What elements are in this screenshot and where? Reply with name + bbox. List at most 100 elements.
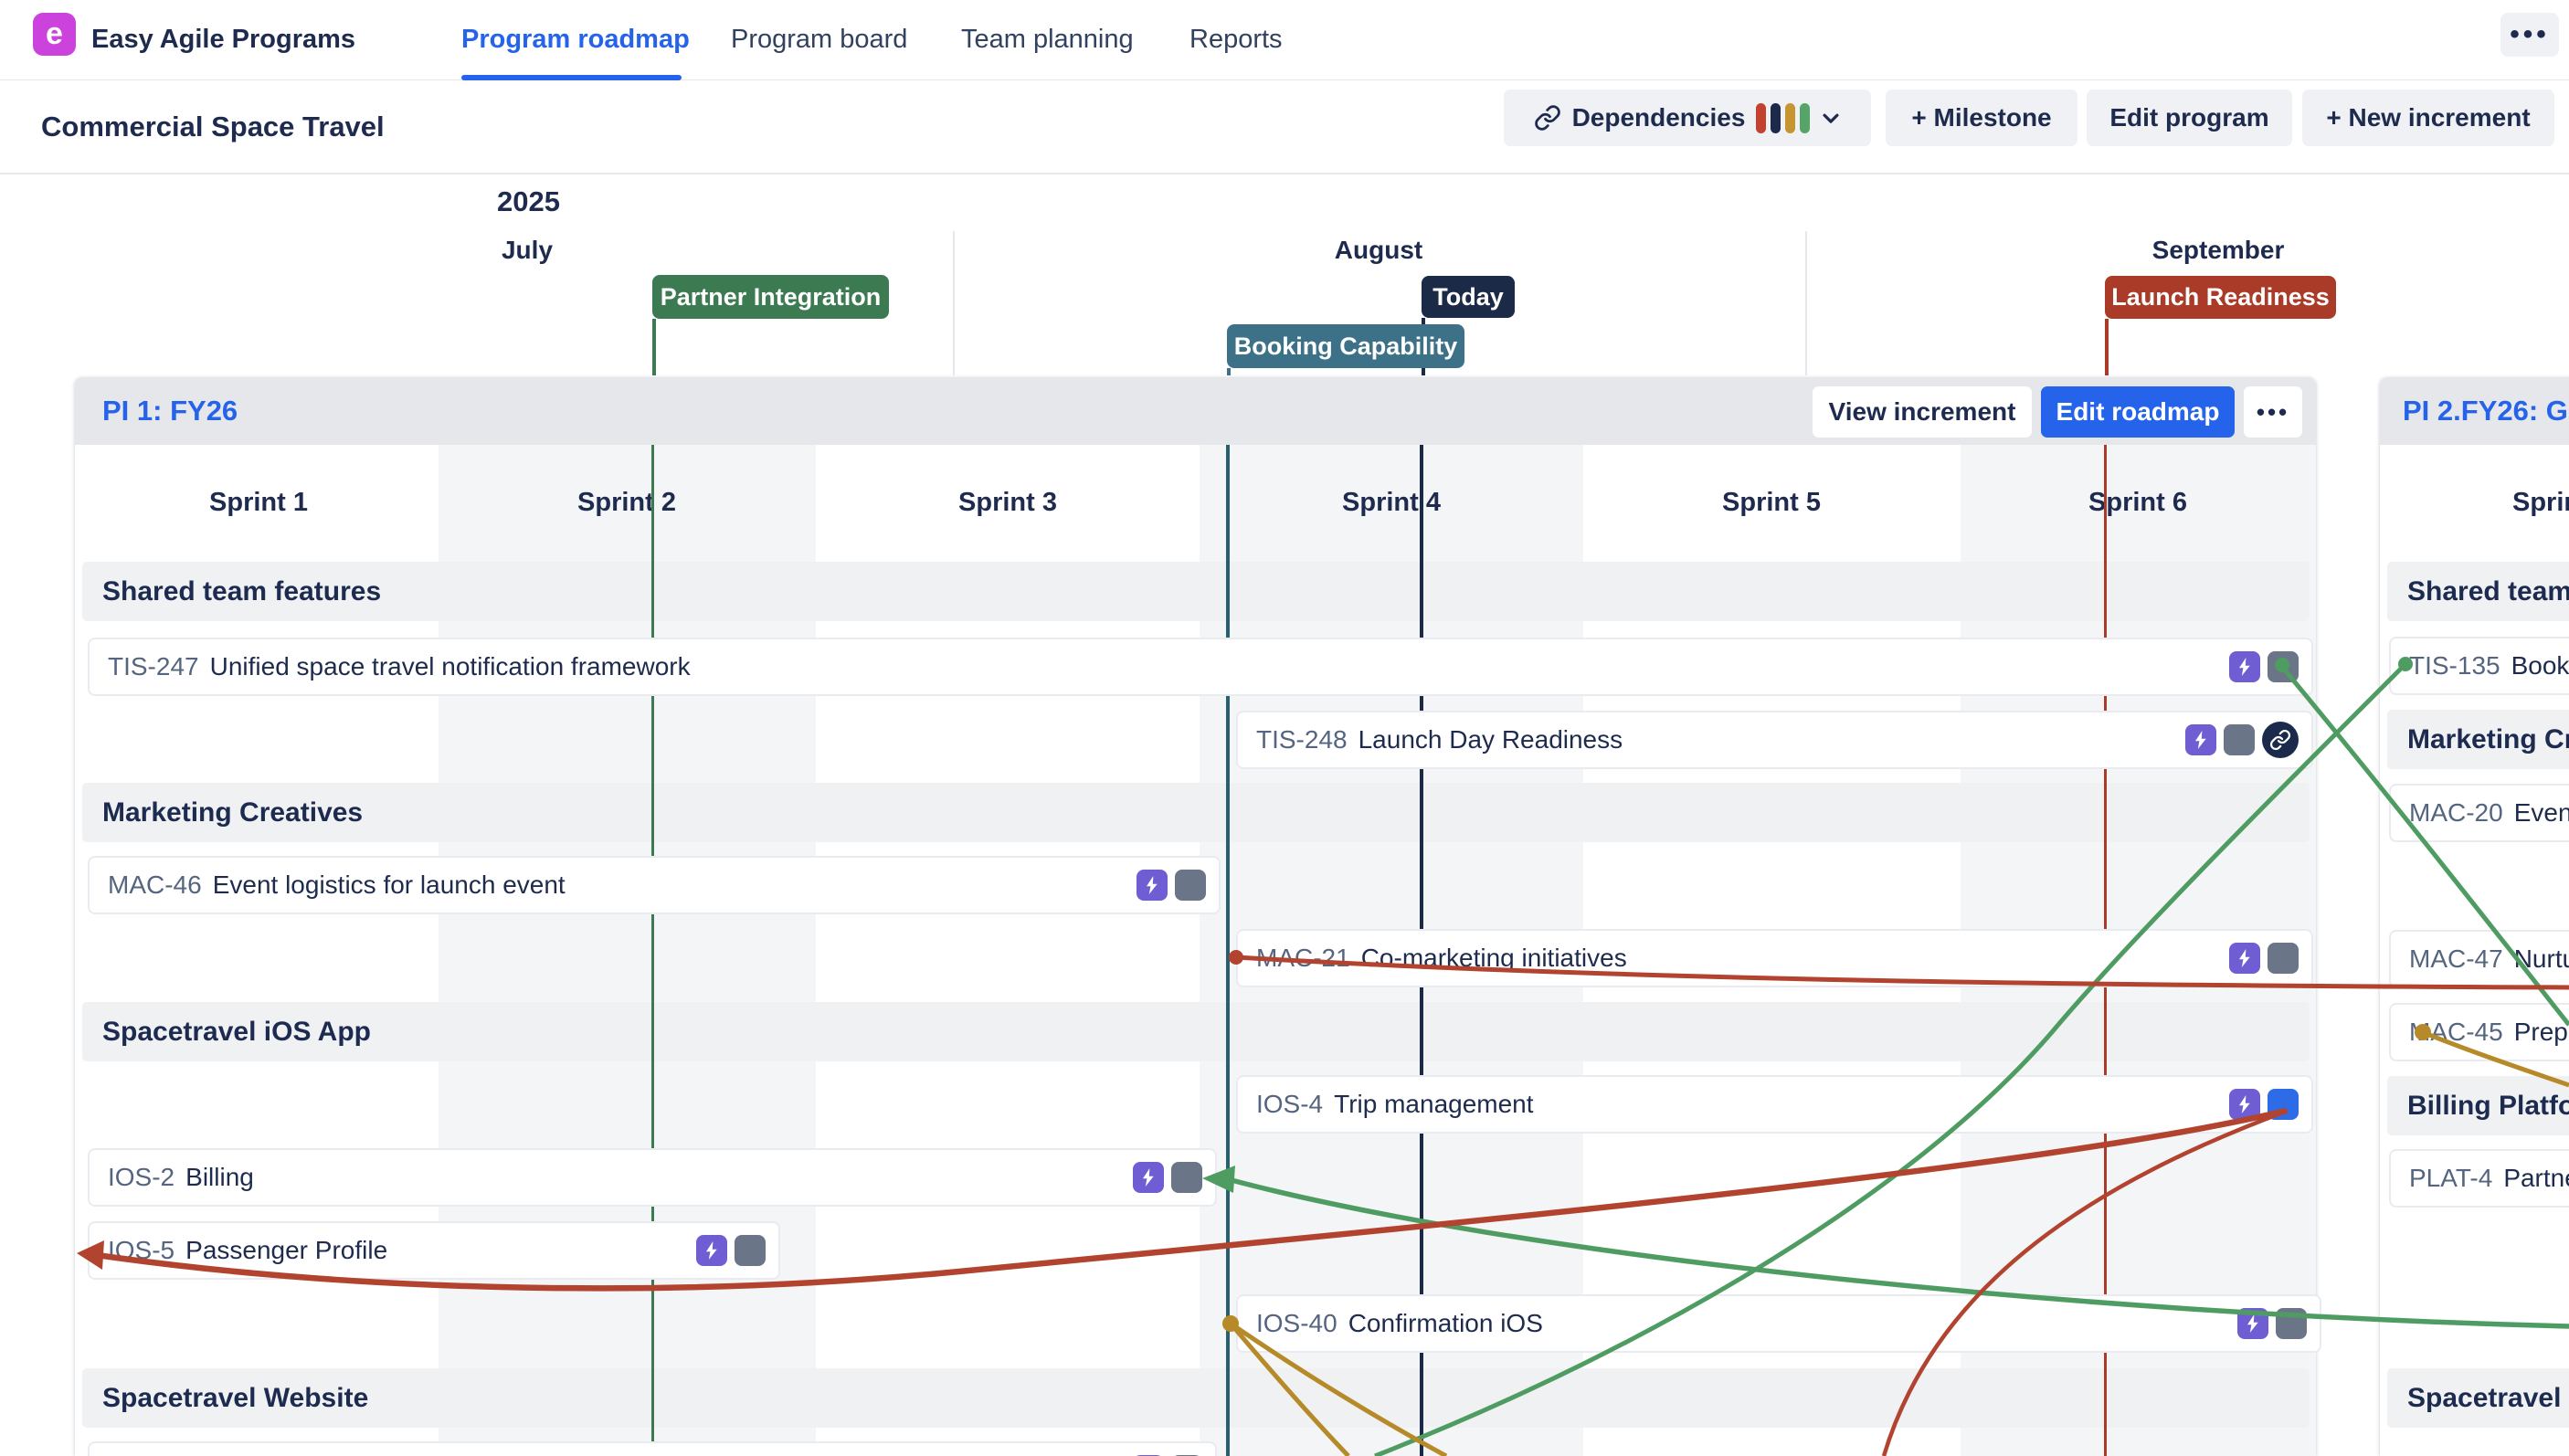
- dependency-link-badge-icon[interactable]: [2262, 722, 2299, 758]
- milestone-flag-booking-capability[interactable]: Booking Capability: [1227, 324, 1464, 368]
- logo-letter: e: [46, 16, 63, 52]
- swimlane-shared-team-features[interactable]: Shared team features: [82, 562, 2310, 621]
- issue-card-mac-46[interactable]: MAC-46 Event logistics for launch event: [88, 856, 1221, 914]
- swimlane-spacetravel-ios-app[interactable]: Spacetravel iOS App: [82, 1002, 2310, 1061]
- pi2-swimlane-spacetravel[interactable]: Spacetravel i: [2387, 1368, 2569, 1428]
- issue-key: TIS-247: [108, 652, 199, 681]
- issue-key: IOS-5: [108, 1236, 174, 1265]
- new-increment-button[interactable]: + New increment: [2302, 90, 2554, 146]
- dependency-pill-gold: [1785, 103, 1795, 133]
- issue-summary: Co-marketing initiatives: [1361, 944, 1627, 973]
- issue-card-mac-47[interactable]: MAC-47 Nurtu: [2389, 930, 2569, 988]
- issue-summary: Event logistics for launch event: [213, 870, 566, 900]
- status-square-icon[interactable]: [2268, 943, 2299, 974]
- issue-key: PLAT-4: [2409, 1164, 2492, 1193]
- status-square-icon[interactable]: [1171, 1162, 1202, 1193]
- issue-card-cut[interactable]: [88, 1441, 1217, 1456]
- issue-key: TIS-135: [2409, 651, 2500, 681]
- tab-team-planning[interactable]: Team planning: [961, 0, 1134, 79]
- epic-bolt-icon[interactable]: [2237, 1308, 2268, 1339]
- dependency-pill-green: [1800, 103, 1810, 133]
- issue-card-ios-40[interactable]: IOS-40 Confirmation iOS: [1236, 1294, 2321, 1353]
- month-september: September: [2152, 236, 2285, 265]
- swimlane-spacetravel-website[interactable]: Spacetravel Website: [82, 1368, 2310, 1428]
- dependencies-button[interactable]: Dependencies: [1504, 90, 1871, 146]
- issue-summary: Nurtu: [2514, 944, 2569, 974]
- issue-card-ios-4[interactable]: IOS-4 Trip management: [1236, 1075, 2313, 1134]
- dependency-pill-navy: [1771, 103, 1781, 133]
- milestone-stem: [2105, 319, 2109, 375]
- epic-bolt-icon[interactable]: [2229, 943, 2260, 974]
- app-window: e Easy Agile Programs Program roadmap Pr…: [0, 0, 2569, 1456]
- pi1-more-button[interactable]: •••: [2244, 386, 2302, 438]
- issue-card-plat-4[interactable]: PLAT-4 Partne: [2389, 1149, 2569, 1208]
- month-july: July: [502, 236, 553, 265]
- dependency-color-pills: [1756, 103, 1810, 133]
- sprint-1-label: Sprint 1: [209, 445, 308, 561]
- status-square-icon[interactable]: [2276, 1308, 2307, 1339]
- tab-reports[interactable]: Reports: [1189, 0, 1283, 79]
- issue-card-mac-21[interactable]: MAC-21 Co-marketing initiatives: [1236, 929, 2313, 987]
- easy-agile-logo-icon: e: [33, 13, 76, 56]
- issue-card-tis-135[interactable]: TIS-135 Book: [2389, 637, 2569, 695]
- epic-bolt-icon[interactable]: [2229, 1089, 2260, 1120]
- edit-roadmap-button[interactable]: Edit roadmap: [2041, 386, 2235, 438]
- pi2-title[interactable]: PI 2.FY26: G: [2403, 377, 2568, 445]
- issue-key: IOS-40: [1256, 1309, 1337, 1338]
- issue-key: IOS-2: [108, 1163, 174, 1192]
- chevron-down-icon: [1821, 108, 1841, 128]
- pi2-swimlane-billing-platform[interactable]: Billing Platfo: [2387, 1076, 2569, 1135]
- month-august: August: [1335, 236, 1422, 265]
- issue-summary: Unified space travel notification framew…: [210, 652, 691, 681]
- add-milestone-button[interactable]: + Milestone: [1886, 90, 2077, 146]
- sprint-3-label: Sprint 3: [958, 445, 1057, 561]
- issue-card-ios-5[interactable]: IOS-5 Passenger Profile: [88, 1221, 780, 1280]
- sprint-5-label: Sprint 5: [1722, 445, 1821, 561]
- epic-bolt-icon[interactable]: [1133, 1162, 1164, 1193]
- timeline-year: 2025: [497, 185, 560, 218]
- tab-program-roadmap[interactable]: Program roadmap: [461, 0, 690, 79]
- pi1-title[interactable]: PI 1: FY26: [102, 377, 238, 445]
- month-divider: [1805, 231, 1807, 375]
- milestone-flag-partner-integration[interactable]: Partner Integration: [652, 275, 889, 319]
- issue-card-ios-2[interactable]: IOS-2 Billing: [88, 1148, 1217, 1207]
- milestone-stem: [652, 319, 656, 375]
- milestone-flag-launch-readiness[interactable]: Launch Readiness: [2105, 276, 2336, 319]
- view-increment-button[interactable]: View increment: [1813, 386, 2032, 438]
- epic-bolt-icon[interactable]: [1136, 870, 1168, 901]
- program-title: Commercial Space Travel: [41, 80, 385, 173]
- issue-key: MAC-47: [2409, 944, 2503, 974]
- epic-bolt-icon[interactable]: [2185, 724, 2216, 755]
- pi2-swimlane-shared-team[interactable]: Shared team: [2387, 562, 2569, 621]
- milestone-flag-today: Today: [1422, 276, 1515, 318]
- app-title: Easy Agile Programs: [91, 0, 355, 79]
- status-square-icon-selected[interactable]: [2268, 1089, 2299, 1120]
- issue-summary: Passenger Profile: [185, 1236, 387, 1265]
- issue-card-tis-247[interactable]: TIS-247 Unified space travel notificatio…: [88, 638, 2313, 696]
- status-square-icon[interactable]: [1175, 870, 1206, 901]
- tab-program-board[interactable]: Program board: [731, 0, 907, 79]
- dependency-pill-red: [1756, 103, 1766, 133]
- issue-key: MAC-45: [2409, 1018, 2503, 1047]
- status-square-icon[interactable]: [735, 1235, 766, 1266]
- issue-card-tis-248[interactable]: TIS-248 Launch Day Readiness: [1236, 711, 2313, 769]
- issue-summary: Trip management: [1334, 1090, 1533, 1119]
- issue-summary: Billing: [185, 1163, 254, 1192]
- booking-capability-line: [1226, 445, 1230, 1456]
- status-square-icon[interactable]: [2224, 724, 2255, 755]
- nav-more-button[interactable]: •••: [2500, 13, 2559, 57]
- epic-bolt-icon[interactable]: [696, 1235, 727, 1266]
- issue-card-mac-45[interactable]: MAC-45 Prepa: [2389, 1003, 2569, 1061]
- epic-bolt-icon[interactable]: [2229, 651, 2260, 682]
- swimlane-marketing-creatives[interactable]: Marketing Creatives: [82, 783, 2310, 842]
- issue-summary: Event: [2514, 798, 2569, 828]
- issue-summary: Confirmation iOS: [1348, 1309, 1543, 1338]
- issue-key: MAC-20: [2409, 798, 2503, 828]
- issue-card-mac-20[interactable]: MAC-20 Event: [2389, 784, 2569, 842]
- sprint-4-label: Sprint 4: [1342, 445, 1441, 561]
- status-square-icon[interactable]: [2268, 651, 2299, 682]
- pi2-swimlane-marketing[interactable]: Marketing Cr: [2387, 710, 2569, 769]
- edit-program-button[interactable]: Edit program: [2087, 90, 2292, 146]
- month-divider: [953, 231, 955, 375]
- issue-key: MAC-21: [1256, 944, 1350, 973]
